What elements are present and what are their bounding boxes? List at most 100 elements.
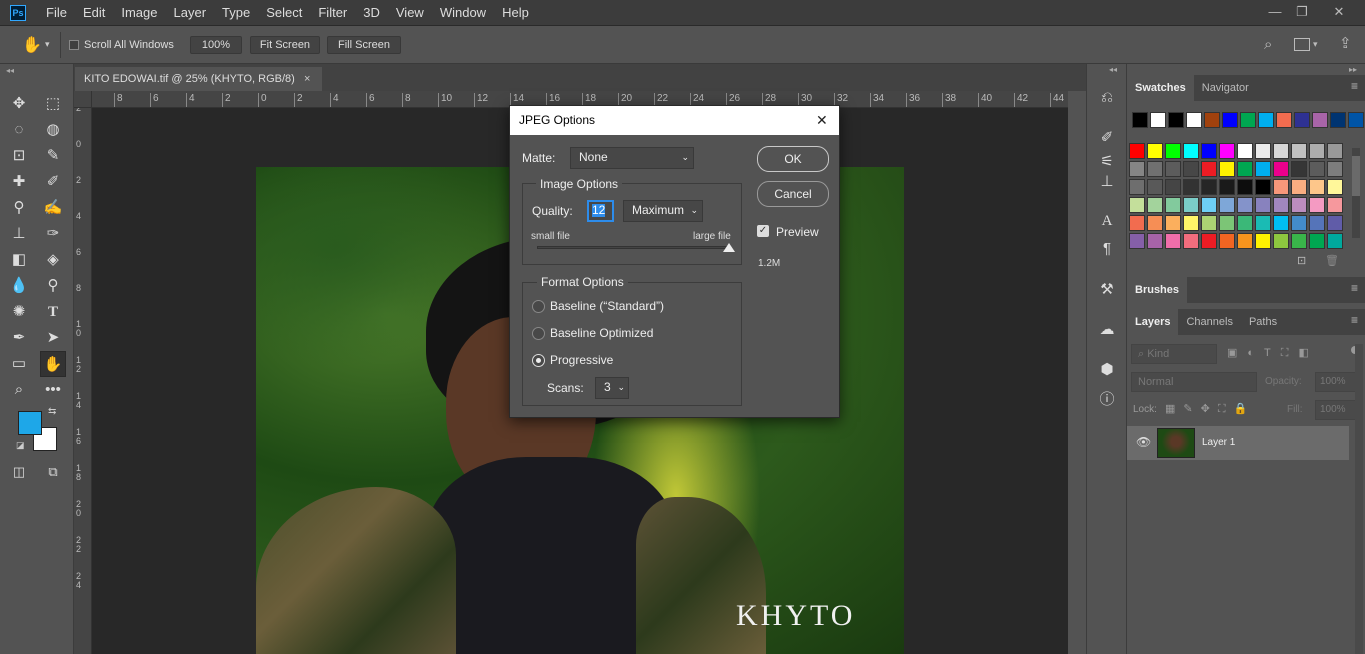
pen-tool-icon[interactable]: ✒ bbox=[8, 327, 30, 349]
kind-filter-select[interactable]: ⌕ Kind bbox=[1131, 344, 1217, 364]
share-icon[interactable]: ⇪ bbox=[1339, 34, 1352, 52]
clone-source-icon[interactable]: ⊥ bbox=[1096, 171, 1118, 193]
swatch[interactable] bbox=[1129, 161, 1145, 177]
tab-swatches[interactable]: Swatches bbox=[1127, 75, 1194, 101]
stamp-icon[interactable]: ⊥ bbox=[8, 223, 30, 245]
chevron-down-icon[interactable]: ▾ bbox=[1313, 39, 1318, 50]
swatch[interactable] bbox=[1255, 233, 1271, 249]
swatch[interactable] bbox=[1255, 179, 1271, 195]
swatch[interactable] bbox=[1129, 179, 1145, 195]
swatch[interactable] bbox=[1165, 233, 1181, 249]
menu-type[interactable]: Type bbox=[214, 0, 258, 26]
marquee-tool-icon[interactable]: ⬚ bbox=[42, 93, 64, 115]
menu-help[interactable]: Help bbox=[494, 0, 537, 26]
blur-tool-icon[interactable]: 💧 bbox=[8, 275, 30, 297]
history-brush-icon[interactable]: ✍ bbox=[42, 197, 64, 219]
swatch[interactable] bbox=[1219, 179, 1235, 195]
swatch[interactable] bbox=[1273, 197, 1289, 213]
preview-checkbox[interactable]: ✓ bbox=[757, 225, 769, 237]
eyedropper-icon[interactable]: ✎ bbox=[42, 145, 64, 167]
swatch[interactable] bbox=[1273, 215, 1289, 231]
clone-stamp-icon[interactable]: ⚲ bbox=[8, 197, 30, 219]
quality-preset-select[interactable]: Maximum ⌄ bbox=[623, 200, 703, 222]
swatch[interactable] bbox=[1165, 215, 1181, 231]
swatch[interactable] bbox=[1183, 215, 1199, 231]
menu-image[interactable]: Image bbox=[113, 0, 165, 26]
swatch[interactable] bbox=[1129, 143, 1145, 159]
layer-filter-icons[interactable]: ▣◐T⛶◧ bbox=[1227, 346, 1319, 360]
menu-window[interactable]: Window bbox=[432, 0, 494, 26]
eye-icon[interactable]: 👁 bbox=[1136, 435, 1151, 449]
swatch[interactable] bbox=[1219, 215, 1235, 231]
collapse-icon[interactable]: ◂◂ bbox=[6, 66, 14, 75]
rectangle-tool-icon[interactable]: ▭ bbox=[8, 353, 30, 375]
panel-menu-icon[interactable]: ≡ bbox=[1351, 313, 1358, 327]
close-tab-icon[interactable]: × bbox=[304, 67, 310, 91]
fit-screen-button[interactable]: Fit Screen bbox=[250, 36, 320, 54]
scroll-all-checkbox[interactable] bbox=[69, 40, 79, 50]
hand-tool-icon[interactable]: ✋ bbox=[40, 351, 66, 377]
brush-tool-icon[interactable]: ✐ bbox=[42, 171, 64, 193]
tab-navigator[interactable]: Navigator bbox=[1194, 75, 1257, 101]
swatch[interactable] bbox=[1291, 143, 1307, 159]
swatch[interactable] bbox=[1273, 161, 1289, 177]
close-icon[interactable]: ✕ bbox=[816, 106, 828, 135]
swatch[interactable] bbox=[1147, 215, 1163, 231]
swatch[interactable] bbox=[1291, 233, 1307, 249]
brush-settings-icon[interactable]: ⚟ bbox=[1096, 151, 1118, 173]
swatch[interactable] bbox=[1255, 215, 1271, 231]
layer-row[interactable]: 👁 Layer 1 bbox=[1127, 426, 1349, 460]
swatch[interactable] bbox=[1183, 197, 1199, 213]
path-select-icon[interactable]: ➤ bbox=[42, 327, 64, 349]
art-brush-icon[interactable]: ✑ bbox=[42, 223, 64, 245]
menu-3d[interactable]: 3D bbox=[355, 0, 388, 26]
screen-mode-icon[interactable]: ⧉ bbox=[42, 461, 64, 483]
zoom-100-button[interactable]: 100% bbox=[190, 36, 242, 54]
swatch[interactable] bbox=[1168, 112, 1184, 128]
lasso-tool-icon[interactable]: ◌ bbox=[8, 119, 30, 141]
tab-paths[interactable]: Paths bbox=[1241, 309, 1285, 335]
menu-edit[interactable]: Edit bbox=[75, 0, 113, 26]
swatch[interactable] bbox=[1219, 143, 1235, 159]
collapse-icon[interactable]: ◂◂ bbox=[1109, 65, 1117, 74]
swatch[interactable] bbox=[1327, 161, 1343, 177]
swatch[interactable] bbox=[1219, 161, 1235, 177]
tab-channels[interactable]: Channels bbox=[1178, 309, 1240, 335]
swatch[interactable] bbox=[1165, 143, 1181, 159]
swatch[interactable] bbox=[1291, 215, 1307, 231]
swatch[interactable] bbox=[1309, 215, 1325, 231]
swatch[interactable] bbox=[1183, 143, 1199, 159]
swatch[interactable] bbox=[1309, 143, 1325, 159]
swatch[interactable] bbox=[1183, 161, 1199, 177]
menu-file[interactable]: File bbox=[38, 0, 75, 26]
swatch[interactable] bbox=[1273, 233, 1289, 249]
swatch[interactable] bbox=[1312, 112, 1328, 128]
minimize-icon[interactable]: — bbox=[1264, 3, 1286, 21]
swatch[interactable] bbox=[1150, 112, 1166, 128]
zoom-tool-icon[interactable]: ⌕ bbox=[8, 379, 30, 401]
swatch[interactable] bbox=[1147, 179, 1163, 195]
quality-slider-thumb[interactable] bbox=[723, 243, 735, 252]
menu-layer[interactable]: Layer bbox=[166, 0, 215, 26]
swatch[interactable] bbox=[1129, 215, 1145, 231]
swatch[interactable] bbox=[1201, 233, 1217, 249]
properties-icon[interactable]: ⚒ bbox=[1096, 279, 1118, 301]
scans-select[interactable]: 3 ⌄ bbox=[595, 377, 629, 399]
swatch[interactable] bbox=[1183, 233, 1199, 249]
trash-icon[interactable]: 🗑 bbox=[1325, 254, 1339, 267]
swatch[interactable] bbox=[1129, 233, 1145, 249]
sponge-tool-icon[interactable]: ✺ bbox=[8, 301, 30, 323]
character-icon[interactable]: A bbox=[1096, 210, 1118, 232]
matte-select[interactable]: None ⌄ bbox=[570, 147, 694, 169]
swatch[interactable] bbox=[1165, 197, 1181, 213]
swatch[interactable] bbox=[1147, 161, 1163, 177]
ok-button[interactable]: OK bbox=[757, 146, 829, 172]
chevron-down-icon[interactable]: ▾ bbox=[45, 39, 50, 50]
healing-brush-icon[interactable]: ✚ bbox=[8, 171, 30, 193]
foreground-color-swatch[interactable] bbox=[18, 411, 42, 435]
layers-scrollbar[interactable] bbox=[1355, 344, 1363, 654]
swatch[interactable] bbox=[1201, 179, 1217, 195]
swatch[interactable] bbox=[1255, 143, 1271, 159]
workspace-icon[interactable] bbox=[1294, 38, 1310, 51]
type-tool-icon[interactable]: T bbox=[42, 301, 64, 323]
